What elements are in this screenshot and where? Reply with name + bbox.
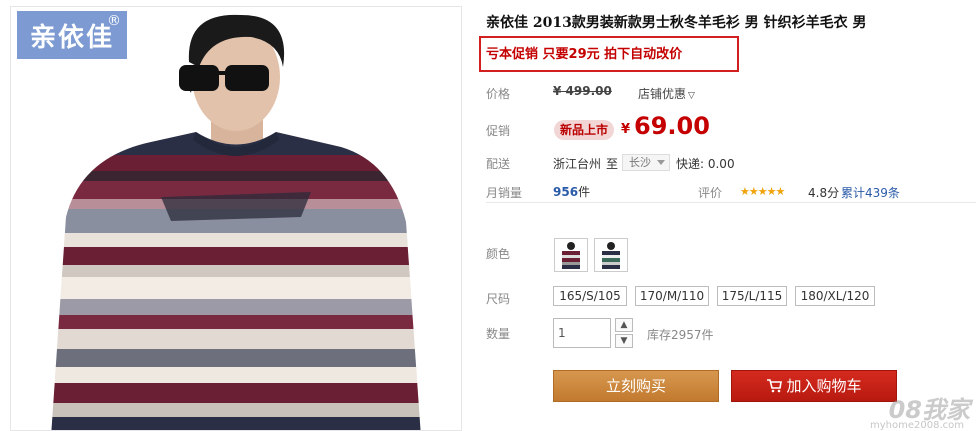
monthly-sales: 956件 — [553, 183, 590, 200]
chevron-up-icon: ▲ — [620, 320, 628, 330]
add-to-cart-button[interactable]: 加入购物车 — [731, 370, 897, 402]
ship-to-word: 至 — [606, 157, 619, 171]
stock-count: 库存2957件 — [647, 328, 714, 342]
chevron-down-icon: ▼ — [620, 336, 628, 346]
rating-stars: ★★★★★ — [740, 185, 785, 198]
dropdown-arrow-icon — [657, 160, 665, 165]
product-photo — [51, 14, 421, 430]
monthly-sales-value: 956 — [553, 185, 579, 199]
destination-city-select[interactable]: 长沙 — [622, 154, 670, 171]
product-details: 亲依佳 2013款男装新款男士秋冬羊毛衫 男 针织衫羊毛衣 男 亏本促销 只要2… — [479, 12, 976, 402]
size-label: 尺码 — [486, 292, 511, 306]
monthly-sales-unit: 件 — [578, 185, 591, 199]
quantity-label: 数量 — [486, 327, 511, 341]
color-swatch-2[interactable] — [594, 238, 628, 272]
currency-symbol: ¥ — [621, 122, 631, 137]
rating-total-link[interactable]: 累计439条 — [841, 184, 900, 201]
rating-label: 评价 — [698, 186, 723, 200]
swatch-thumb-1 — [562, 242, 580, 269]
shipping-label: 配送 — [486, 157, 511, 171]
chevron-down-icon: ▽ — [688, 91, 695, 101]
cart-icon — [766, 373, 783, 403]
size-option[interactable]: 180/XL/120 — [795, 286, 875, 306]
sale-price: 69.00 — [634, 112, 710, 140]
color-swatch-1[interactable] — [554, 238, 588, 272]
shop-discount-dropdown[interactable]: 店铺优惠 ▽ — [638, 85, 695, 102]
promotion-label: 促销 — [486, 124, 511, 138]
swatch-thumb-2 — [602, 242, 620, 269]
original-price: ¥ 499.00 — [553, 84, 612, 98]
size-option[interactable]: 170/M/110 — [635, 286, 709, 306]
quantity-input[interactable]: 1 — [553, 318, 611, 348]
size-option[interactable]: 165/S/105 — [553, 286, 627, 306]
express-fee: 快递: 0.00 — [676, 157, 735, 171]
price-label: 价格 — [486, 87, 511, 101]
destination-city: 长沙 — [629, 156, 651, 169]
brand-logo-text: 亲依佳 — [29, 22, 114, 53]
new-arrival-badge: 新品上市 — [554, 120, 615, 140]
monthly-sales-label: 月销量 — [486, 186, 523, 200]
color-label: 颜色 — [486, 247, 511, 261]
rating-score: 4.8分 — [808, 186, 840, 200]
product-image-panel: 亲依佳 ® — [10, 6, 462, 431]
add-to-cart-label: 加入购物车 — [786, 377, 862, 395]
site-watermark-url: myhome2008.com — [870, 420, 964, 431]
size-option[interactable]: 175/L/115 — [717, 286, 787, 306]
registered-mark: ® — [107, 13, 123, 29]
quantity-decrease-button[interactable]: ▼ — [615, 334, 633, 348]
shop-discount-label: 店铺优惠 — [638, 87, 687, 101]
promo-text: 亏本促销 只要29元 拍下自动改价 — [486, 47, 683, 62]
section-divider — [486, 202, 976, 203]
buy-now-button[interactable]: 立刻购买 — [553, 370, 719, 402]
brand-logo: 亲依佳 ® — [17, 11, 127, 59]
product-title: 亲依佳 2013款男装新款男士秋冬羊毛衫 男 针织衫羊毛衣 男 — [486, 15, 867, 31]
ship-from: 浙江台州 — [553, 157, 602, 171]
quantity-increase-button[interactable]: ▲ — [615, 318, 633, 332]
